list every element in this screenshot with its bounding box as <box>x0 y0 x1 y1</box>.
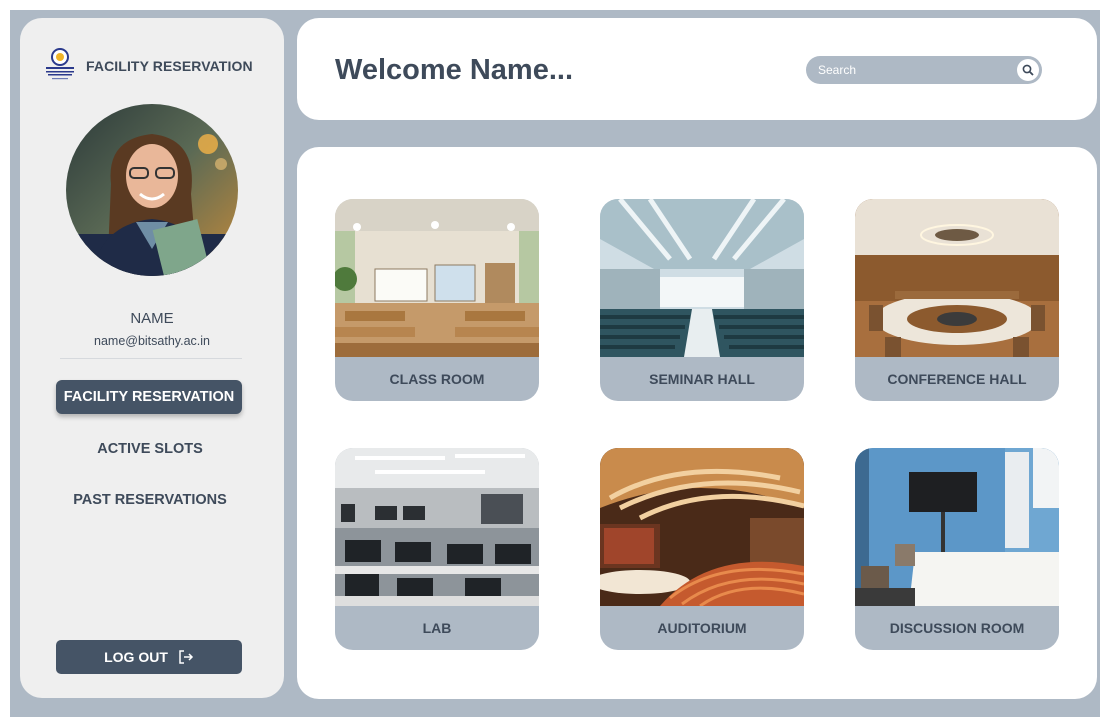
auditorium-image <box>600 448 804 606</box>
logout-label: LOG OUT <box>104 649 168 665</box>
user-email: name@bitsathy.ac.in <box>94 334 210 348</box>
logout-icon <box>179 650 193 664</box>
facility-label: CONFERENCE HALL <box>887 371 1027 387</box>
search-input[interactable] <box>818 63 998 77</box>
lab-image <box>335 448 539 606</box>
nav-past-reservations[interactable]: PAST RESERVATIONS <box>56 483 244 517</box>
search-button[interactable] <box>1017 59 1039 81</box>
facility-card-discussion-room[interactable]: DISCUSSION ROOM <box>855 448 1059 650</box>
header: Welcome Name... <box>297 18 1097 120</box>
brand-title: FACILITY RESERVATION <box>86 58 253 74</box>
facility-card-conference-hall[interactable]: CONFERENCE HALL <box>855 199 1059 401</box>
user-name: NAME <box>130 310 174 327</box>
facility-label: LAB <box>422 620 452 636</box>
nav-facility-reservation[interactable]: FACILITY RESERVATION <box>56 380 242 414</box>
welcome-title: Welcome Name... <box>335 54 574 86</box>
seminar-hall-image <box>600 199 804 357</box>
facility-label: SEMINAR HALL <box>649 371 755 387</box>
sidebar: FACILITY RESERVATION NAME name@bitsathy.… <box>20 18 284 698</box>
logout-button[interactable]: LOG OUT <box>56 640 242 674</box>
divider <box>60 358 242 359</box>
facility-grid: CLASS ROOM SEMINAR HALL CONFERENCE HALL … <box>297 147 1097 699</box>
discussion-room-image <box>855 448 1059 606</box>
profile-photo <box>66 104 238 276</box>
facility-card-seminar-hall[interactable]: SEMINAR HALL <box>600 199 804 401</box>
nav-active-slots[interactable]: ACTIVE SLOTS <box>56 432 244 466</box>
search-bar <box>806 56 1042 84</box>
facility-card-lab[interactable]: LAB <box>335 448 539 650</box>
avatar <box>66 104 238 276</box>
classroom-image <box>335 199 539 357</box>
facility-card-class-room[interactable]: CLASS ROOM <box>335 199 539 401</box>
brand: FACILITY RESERVATION <box>42 46 253 86</box>
facility-label: AUDITORIUM <box>657 620 747 636</box>
search-icon <box>1022 64 1034 76</box>
facility-label: DISCUSSION ROOM <box>889 620 1025 636</box>
facility-card-auditorium[interactable]: AUDITORIUM <box>600 448 804 650</box>
college-logo-icon <box>46 48 74 80</box>
conference-hall-image <box>855 199 1059 357</box>
facility-label: CLASS ROOM <box>389 371 485 387</box>
